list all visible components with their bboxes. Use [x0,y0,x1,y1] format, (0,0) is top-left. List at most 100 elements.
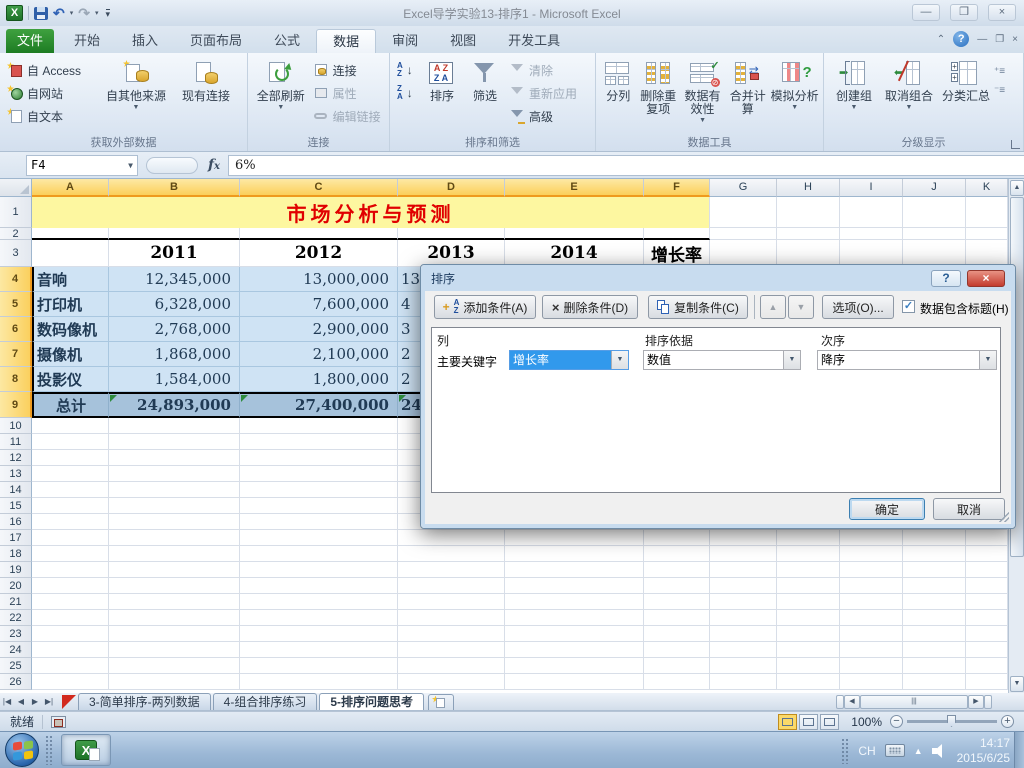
cell[interactable] [32,530,109,546]
row-header[interactable]: 12 [0,450,32,466]
cell[interactable] [840,197,903,228]
horizontal-scrollbar[interactable]: ◀ ||| ▶ [836,694,1008,709]
cell[interactable] [777,197,840,228]
row-header[interactable]: 16 [0,514,32,530]
language-indicator[interactable]: CH [858,744,875,758]
resize-grip[interactable] [999,512,1009,522]
cell[interactable] [109,626,240,642]
show-hidden-icons[interactable]: ▲ [914,746,923,756]
cell[interactable] [966,642,1008,658]
customize-qat-icon[interactable]: ▾ [105,8,111,18]
tab-split-handle-right[interactable] [984,694,992,709]
cell[interactable] [240,546,398,562]
cell[interactable] [644,610,710,626]
cell[interactable] [109,578,240,594]
from-other-sources-button[interactable]: 自其他来源 ▼ [100,56,172,111]
insert-worksheet-button[interactable] [428,693,455,710]
row-header[interactable]: 26 [0,674,32,690]
subtotal-button[interactable]: + + 分类汇总 [938,56,994,103]
cell[interactable] [32,498,109,514]
category-cell[interactable]: 音响 [32,267,109,292]
cell[interactable] [710,530,777,546]
cell[interactable] [644,658,710,674]
cell[interactable] [398,610,505,626]
cell[interactable] [398,626,505,642]
column-header-b[interactable]: B [109,179,240,197]
dialog-close-button[interactable]: × [967,270,1005,287]
cell[interactable] [903,240,966,267]
cell[interactable] [840,530,903,546]
cell[interactable] [903,228,966,240]
cell[interactable] [840,610,903,626]
cell[interactable] [840,626,903,642]
cell[interactable] [777,228,840,240]
cell[interactable] [644,228,710,240]
cell[interactable] [32,626,109,642]
cell[interactable] [109,610,240,626]
category-cell[interactable]: 摄像机 [32,342,109,367]
order-combobox[interactable]: 降序 ▼ [817,350,997,370]
tab-page-layout[interactable]: 页面布局 [174,29,258,53]
cell[interactable] [505,674,644,690]
tab-file[interactable]: 文件 [6,29,54,53]
cell[interactable] [240,594,398,610]
scroll-up-icon[interactable]: ▲ [1010,180,1024,196]
column-header-f[interactable]: F [644,179,710,197]
cell[interactable] [32,610,109,626]
cell[interactable] [240,562,398,578]
tab-split-handle[interactable] [836,694,844,709]
cell[interactable] [505,658,644,674]
row-header[interactable]: 25 [0,658,32,674]
cell[interactable] [32,578,109,594]
cell[interactable] [109,466,240,482]
cell[interactable] [109,450,240,466]
cell[interactable] [777,594,840,610]
sort-key-combobox[interactable]: 增长率 ▼ [509,350,629,370]
cell[interactable] [505,228,644,240]
row-header[interactable]: 4 [0,267,32,292]
total-label-cell[interactable]: 总计 [32,392,109,418]
tab-review[interactable]: 审阅 [376,29,434,53]
clock[interactable]: 14:17 2015/6/25 [957,736,1010,766]
cell[interactable] [109,674,240,690]
year-header-cell[interactable]: 2013 [398,240,505,267]
growth-header-cell[interactable]: 增长率 [644,240,710,267]
cell[interactable] [840,594,903,610]
cell[interactable] [240,514,398,530]
page-layout-view-button[interactable] [799,713,819,730]
row-header[interactable]: 5 [0,292,32,317]
advanced-filter-button[interactable]: 高级 [506,106,590,126]
data-validation-button[interactable]: ✓ ⊘ 数据有效性 ▼ [680,56,725,124]
category-cell[interactable]: 投影仪 [32,367,109,392]
cell[interactable] [240,466,398,482]
value-2011-cell[interactable]: 1,584,000 [109,367,240,392]
dialog-launcher-icon[interactable] [1011,140,1020,149]
page-break-view-button[interactable] [820,713,840,730]
column-header-g[interactable]: G [710,179,777,197]
cell[interactable] [240,610,398,626]
from-access-button[interactable]: 自 Access [4,60,100,80]
cell[interactable] [840,546,903,562]
cell[interactable] [777,674,840,690]
cell[interactable] [505,530,644,546]
hide-detail-icon[interactable]: ⁻≡ [994,83,1010,99]
cell[interactable] [240,434,398,450]
combo-dropdown-icon[interactable]: ▼ [783,351,800,369]
cell[interactable] [966,578,1008,594]
cell[interactable] [644,626,710,642]
cell[interactable] [966,228,1008,240]
cell[interactable] [777,626,840,642]
cell[interactable] [240,578,398,594]
macro-record-icon[interactable] [51,715,67,728]
column-header-e[interactable]: E [505,179,644,197]
zoom-slider-thumb[interactable] [947,715,956,727]
show-desktop-button[interactable] [1014,732,1024,768]
copy-condition-button[interactable]: 复制条件(C) [648,295,748,319]
total-cell-c9[interactable]: 27,400,000 [240,392,398,418]
column-header-d[interactable]: D [398,179,505,197]
row-header[interactable]: 19 [0,562,32,578]
cell[interactable] [644,578,710,594]
cell[interactable] [903,530,966,546]
row-header[interactable]: 7 [0,342,32,367]
sheet-tab-3[interactable]: 5-排序问题思考 [319,693,425,710]
